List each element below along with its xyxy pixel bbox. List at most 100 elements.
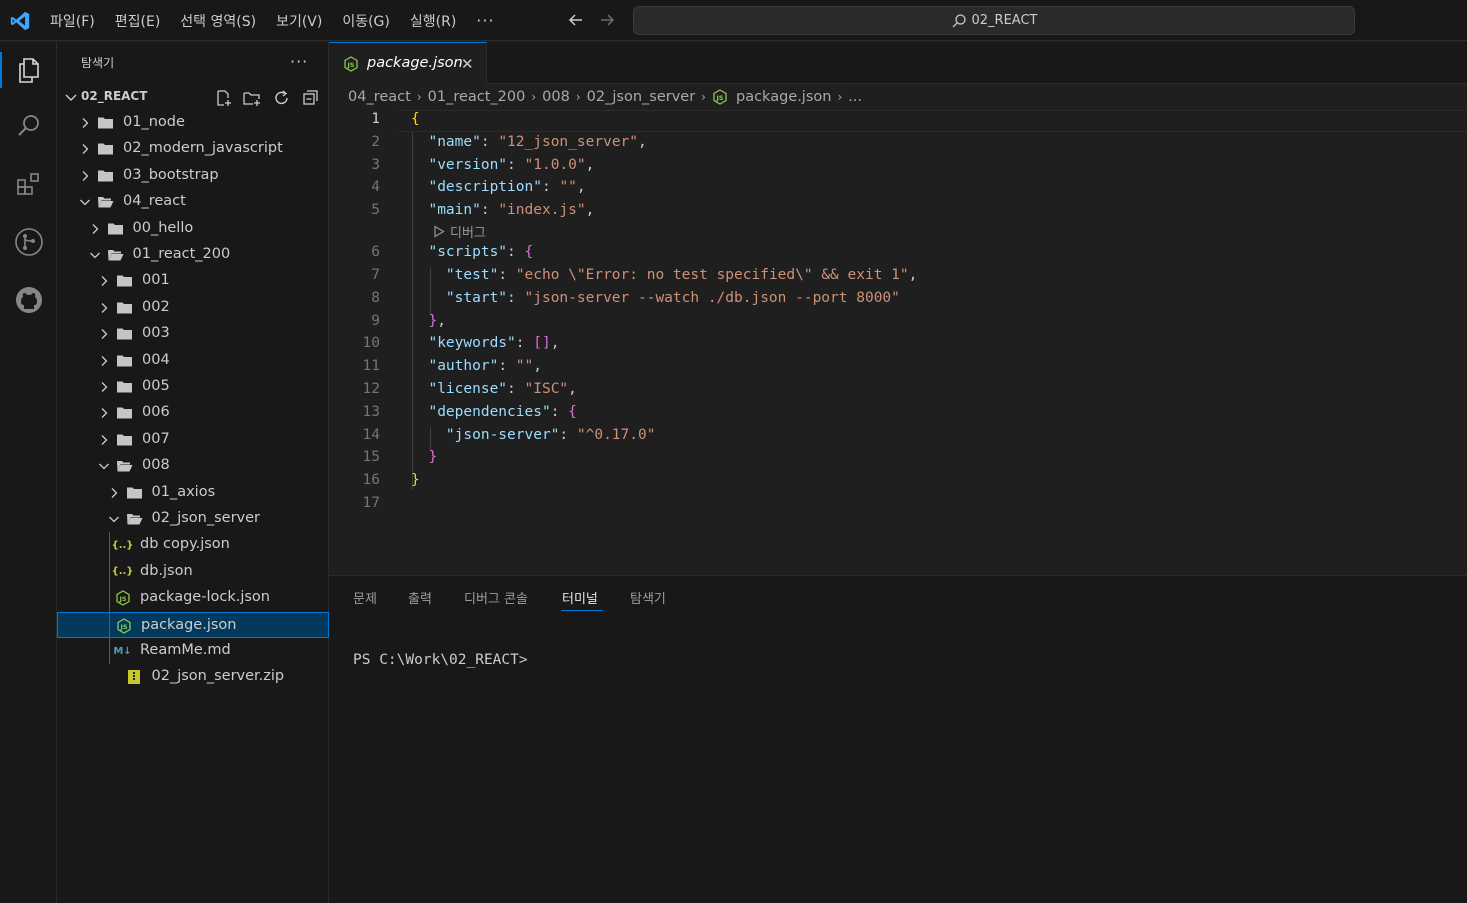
chevron-down-icon: [108, 516, 119, 523]
tree-file[interactable]: {..} db.json: [57, 559, 329, 585]
folder-icon-wrap: [116, 405, 133, 421]
folder-icon-wrap: [116, 300, 133, 316]
chevron-right-icon: [101, 355, 108, 366]
new-file-icon[interactable]: [215, 89, 233, 107]
search-icon: [17, 115, 39, 136]
tree-item-label: 006: [142, 404, 170, 421]
line-number: 17: [362, 495, 380, 511]
activity-source-control[interactable]: [0, 218, 57, 266]
tree-file[interactable]: M↓ ReamMe.md: [57, 638, 329, 664]
tree-item-label: 005: [142, 378, 170, 394]
tree-folder[interactable]: 005: [57, 374, 329, 400]
tree-folder[interactable]: 04_react: [57, 189, 329, 215]
tree-file[interactable]: 02_json_server.zip: [57, 664, 329, 690]
chevron-right-icon: [101, 276, 108, 287]
line-number: 2: [371, 134, 380, 150]
activity-github[interactable]: [0, 276, 57, 324]
new-folder-icon[interactable]: [243, 89, 261, 107]
folder-icon: [117, 407, 132, 419]
sidebar-more-icon[interactable]: ···: [290, 52, 308, 71]
workspace-name: 02_REACT: [81, 89, 148, 103]
tree-folder[interactable]: 003: [57, 321, 329, 347]
tree-folder[interactable]: 007: [57, 427, 329, 453]
tree-folder[interactable]: 02_json_server: [57, 506, 329, 532]
chevron-right-icon: ›: [531, 90, 537, 104]
command-center-search[interactable]: 02_REACT: [633, 6, 1355, 35]
collapse-all-icon[interactable]: [302, 89, 320, 107]
breadcrumb-item[interactable]: 04_react: [348, 89, 411, 105]
back-arrow-icon[interactable]: [566, 10, 586, 30]
code-editor[interactable]: 1 2 3 4 5 6 7 8 9 10 11 12 13 14 15 16 17 { "name": "12_…: [329, 108, 1467, 575]
folder-icon-wrap: [97, 194, 114, 210]
folder-icon: [117, 355, 132, 367]
menu-more-icon[interactable]: ···: [466, 11, 504, 30]
activity-explorer[interactable]: [0, 46, 57, 94]
code-line: }: [411, 472, 420, 488]
nodejs-icon: JS: [713, 89, 727, 105]
refresh-icon[interactable]: [273, 89, 291, 107]
menu-file[interactable]: 파일(F): [40, 11, 105, 31]
debug-codelens[interactable]: 디버그: [433, 222, 486, 241]
menu-run[interactable]: 실행(R): [400, 11, 466, 31]
tab-debug-console[interactable]: 디버그 콘솔: [464, 588, 528, 607]
tree-folder[interactable]: 008: [57, 453, 329, 479]
tree-item-label: 008: [142, 457, 170, 474]
tree-file[interactable]: JS package.json: [57, 611, 329, 638]
search-icon: [952, 13, 966, 27]
activity-bar: [0, 42, 57, 903]
menu-selection[interactable]: 선택 영역(S): [170, 11, 266, 31]
tree-folder[interactable]: 00_hello: [57, 216, 329, 242]
folder-icon-wrap: [116, 379, 133, 395]
tree-file[interactable]: JS package-lock.json: [57, 585, 329, 611]
folder-icon-wrap: [116, 326, 133, 342]
tree-folder[interactable]: 03_bootstrap: [57, 163, 329, 189]
folder-icon: [117, 381, 132, 393]
close-icon[interactable]: ✕: [461, 55, 474, 73]
tree-folder[interactable]: 002: [57, 295, 329, 321]
breadcrumb-item[interactable]: 01_react_200: [428, 89, 526, 105]
activity-search[interactable]: [0, 102, 57, 150]
tree-item-label: db.json: [140, 562, 193, 579]
breadcrumb-item[interactable]: 008: [542, 89, 570, 105]
menu-bar: 파일(F) 편집(E) 선택 영역(S) 보기(V) 이동(G) 실행(R) ·…: [40, 0, 505, 41]
tree-folder[interactable]: 01_axios: [57, 480, 329, 506]
tree-folder[interactable]: 004: [57, 348, 329, 374]
menu-go[interactable]: 이동(G): [332, 11, 400, 31]
folder-icon-wrap: [116, 432, 133, 448]
folder-icon: [117, 328, 132, 340]
tab-package-json[interactable]: JS package.json ✕: [329, 42, 487, 84]
menu-edit[interactable]: 편집(E): [105, 11, 171, 31]
nodejs-icon: JS: [116, 617, 131, 634]
line-number: 13: [362, 404, 380, 420]
tree-folder[interactable]: 02_modern_javascript: [57, 136, 329, 162]
tree-folder[interactable]: 006: [57, 400, 329, 426]
tree-item-label: 01_react_200: [132, 246, 231, 262]
activity-extensions[interactable]: [0, 160, 57, 208]
code-line: "author": "",: [428, 358, 542, 374]
tree-folder[interactable]: 001: [57, 268, 329, 294]
tab-terminal[interactable]: 터미널: [562, 588, 598, 607]
menu-view[interactable]: 보기(V): [266, 11, 332, 31]
tree-folder[interactable]: 01_node: [57, 110, 329, 136]
forward-arrow-icon[interactable]: [597, 10, 617, 30]
svg-text:JS: JS: [118, 595, 126, 603]
tab-problems[interactable]: 문제: [353, 588, 377, 607]
tab-output[interactable]: 출력: [408, 588, 432, 607]
code-line: "main": "index.js",: [428, 202, 595, 218]
current-line-highlight: [399, 110, 1467, 132]
code-line: "version": "1.0.0",: [428, 157, 595, 173]
tab-explorer[interactable]: 탐색기: [630, 588, 666, 607]
terminal-prompt[interactable]: PS C:\Work\02_REACT>: [353, 652, 528, 668]
folder-icon: [98, 117, 113, 129]
workspace-section-header[interactable]: 02_REACT: [57, 84, 329, 110]
breadcrumb-item[interactable]: ...: [848, 89, 862, 105]
line-number: 7: [371, 267, 380, 283]
breadcrumb-item[interactable]: package.json: [736, 89, 831, 105]
breadcrumb-item[interactable]: 02_json_server: [587, 89, 696, 105]
chevron-down-icon: [80, 199, 90, 206]
vscode-logo-icon: [10, 11, 30, 31]
tree-file[interactable]: {..} db copy.json: [57, 532, 329, 558]
nodejs-icon-wrap: JS: [115, 617, 132, 634]
folder-icon: [117, 434, 132, 446]
tree-folder[interactable]: 01_react_200: [57, 242, 329, 268]
